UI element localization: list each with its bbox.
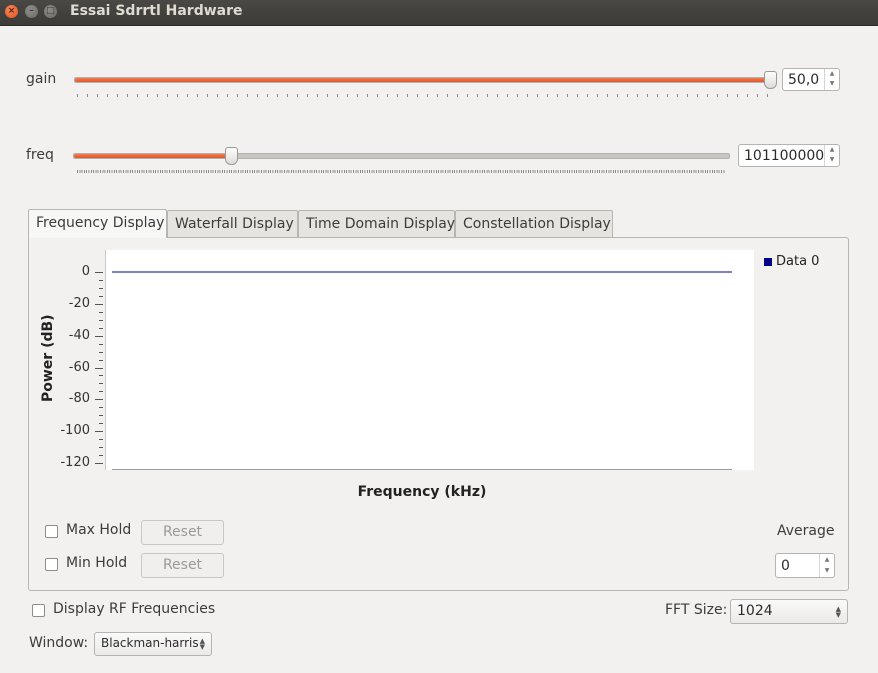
y-minor-tick bbox=[99, 439, 103, 440]
y-tick-mark bbox=[95, 431, 103, 432]
gain-spin-arrows-icon[interactable]: ▲ ▼ bbox=[824, 69, 839, 90]
y-minor-tick bbox=[99, 415, 103, 416]
y-tick-mark bbox=[95, 272, 103, 273]
y-minor-tick bbox=[99, 352, 103, 353]
y-tick-label: 0 bbox=[81, 264, 90, 279]
window-label: Window: bbox=[29, 635, 89, 651]
max-hold-reset-button[interactable]: Reset bbox=[141, 520, 224, 545]
average-spin-arrows-icon[interactable]: ▲ ▼ bbox=[819, 554, 834, 577]
dropdown-arrows-icon: ▲ ▼ bbox=[835, 605, 841, 619]
freq-spinbox[interactable]: 101100000 ▲ ▼ bbox=[738, 144, 840, 167]
freq-slider-ticks bbox=[77, 170, 725, 173]
average-label: Average bbox=[777, 523, 835, 539]
legend-swatch-data-0 bbox=[764, 258, 772, 266]
fft-size-label: FFT Size: bbox=[665, 602, 728, 618]
minimize-window-icon[interactable]: – bbox=[25, 5, 38, 18]
freq-label: freq bbox=[26, 147, 54, 163]
min-hold-reset-button[interactable]: Reset bbox=[141, 553, 224, 578]
y-minor-tick bbox=[99, 391, 103, 392]
y-tick-label: -80 bbox=[68, 391, 90, 407]
window-value: Blackman-harris bbox=[101, 636, 199, 650]
y-tick-label: -100 bbox=[60, 423, 90, 439]
maximize-window-icon[interactable]: □ bbox=[44, 5, 57, 18]
y-tick-mark bbox=[95, 368, 103, 369]
min-hold-label: Min Hold bbox=[66, 555, 128, 571]
y-minor-tick bbox=[99, 360, 103, 361]
y-axis-title: Power (dB) bbox=[40, 314, 56, 402]
gain-spinbox[interactable]: 50,0 ▲ ▼ bbox=[782, 68, 840, 91]
freq-slider-handle[interactable] bbox=[225, 147, 238, 165]
min-hold-checkbox[interactable] bbox=[45, 558, 58, 571]
y-minor-tick bbox=[99, 375, 103, 376]
average-spinbox[interactable]: 0 ▲ ▼ bbox=[775, 553, 835, 578]
y-tick-label: -120 bbox=[60, 455, 90, 470]
y-minor-tick bbox=[99, 407, 103, 408]
x-axis-title: Frequency (kHz) bbox=[357, 484, 487, 500]
title-bar: × – □ Essai Sdrrtl Hardware bbox=[0, 0, 878, 26]
gain-slider[interactable] bbox=[74, 77, 772, 83]
y-minor-tick bbox=[99, 320, 103, 321]
window-title: Essai Sdrrtl Hardware bbox=[70, 3, 243, 19]
fft-size-value: 1024 bbox=[737, 603, 773, 619]
y-minor-tick bbox=[99, 328, 103, 329]
freq-spin-arrows-icon[interactable]: ▲ ▼ bbox=[824, 145, 839, 166]
close-window-icon[interactable]: × bbox=[5, 5, 18, 18]
tab-frequency-display[interactable]: Frequency Display bbox=[28, 209, 167, 238]
y-tick-mark bbox=[95, 463, 103, 464]
max-hold-checkbox[interactable] bbox=[45, 525, 58, 538]
freq-slider-fill bbox=[74, 154, 231, 158]
y-tick-mark bbox=[95, 399, 103, 400]
legend-label-data-0[interactable]: Data 0 bbox=[776, 254, 819, 269]
fft-size-dropdown[interactable]: 1024 ▲ ▼ bbox=[730, 599, 848, 624]
y-minor-tick bbox=[99, 383, 103, 384]
gain-value: 50,0 bbox=[788, 72, 820, 88]
y-minor-tick bbox=[99, 288, 103, 289]
y-minor-tick bbox=[99, 447, 103, 448]
gain-slider-handle[interactable] bbox=[764, 71, 777, 89]
y-tick-mark bbox=[95, 304, 103, 305]
average-value: 0 bbox=[781, 558, 790, 574]
y-minor-tick bbox=[99, 312, 103, 313]
y-minor-tick bbox=[99, 423, 103, 424]
dropdown-arrows-icon: ▲ ▼ bbox=[199, 637, 205, 651]
y-minor-tick bbox=[99, 455, 103, 456]
max-hold-label: Max Hold bbox=[66, 522, 132, 538]
gain-slider-fill bbox=[75, 78, 771, 82]
y-tick-label: -60 bbox=[68, 359, 90, 375]
plot-svg bbox=[112, 271, 732, 470]
window-dropdown[interactable]: Blackman-harris ▲ ▼ bbox=[94, 632, 212, 656]
y-minor-tick bbox=[99, 344, 103, 345]
display-rf-checkbox[interactable] bbox=[32, 604, 45, 617]
y-tick-label: -40 bbox=[68, 327, 90, 343]
y-tick-mark bbox=[95, 336, 103, 337]
gain-slider-ticks bbox=[77, 94, 769, 97]
y-minor-tick bbox=[99, 280, 103, 281]
freq-slider[interactable] bbox=[73, 153, 730, 159]
tab-time-domain-display[interactable]: Time Domain Display bbox=[298, 210, 455, 237]
y-minor-tick bbox=[99, 296, 103, 297]
plot-canvas[interactable] bbox=[105, 250, 754, 470]
display-rf-label: Display RF Frequencies bbox=[53, 601, 216, 617]
gain-label: gain bbox=[26, 71, 57, 87]
y-tick-label: -20 bbox=[68, 295, 90, 311]
tab-constellation-display[interactable]: Constellation Display bbox=[455, 210, 613, 237]
freq-value: 101100000 bbox=[744, 148, 825, 164]
tab-waterfall-display[interactable]: Waterfall Display bbox=[167, 210, 298, 237]
